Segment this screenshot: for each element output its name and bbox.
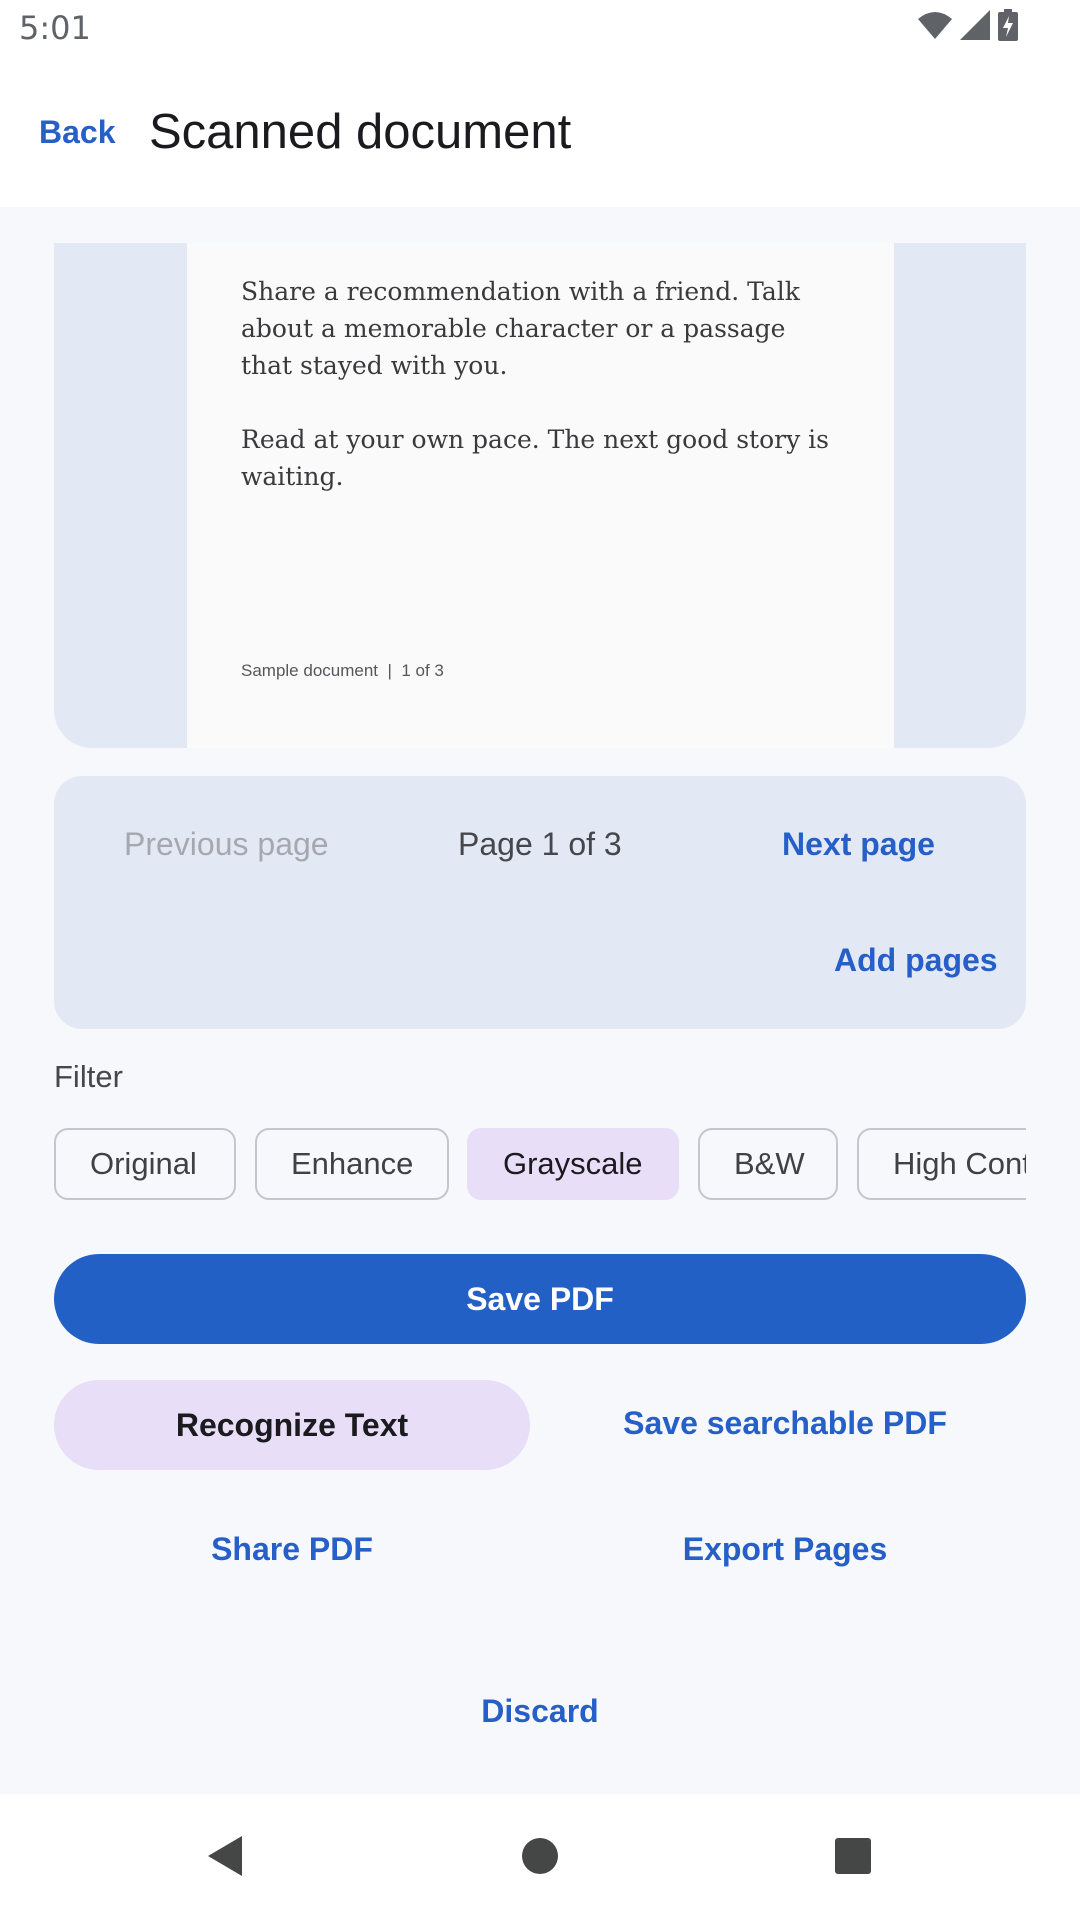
document-page: Share a recommendation with a friend. Ta…: [187, 243, 894, 748]
page-title: Scanned document: [149, 105, 572, 159]
document-preview: Share a recommendation with a friend. Ta…: [54, 243, 1026, 748]
document-footer: Sample document | 1 of 3: [241, 661, 444, 680]
filter-chip-enhance[interactable]: Enhance: [255, 1128, 449, 1200]
previous-page-button[interactable]: Previous page: [124, 826, 329, 863]
discard-button[interactable]: Discard: [390, 1693, 690, 1730]
battery-charging-icon: [998, 8, 1018, 46]
recognize-text-button[interactable]: Recognize Text: [54, 1380, 530, 1470]
next-page-button[interactable]: Next page: [782, 826, 935, 863]
status-time: 5:01: [19, 9, 91, 47]
filter-chip-bw[interactable]: B&W: [698, 1128, 838, 1200]
add-pages-button[interactable]: Add pages: [834, 942, 998, 979]
status-bar: 5:01: [0, 0, 1080, 54]
recents-square-icon[interactable]: [823, 1826, 883, 1886]
pager-card: Previous page Page 1 of 3 Next page Add …: [54, 776, 1026, 1029]
document-text: Share a recommendation with a friend. Ta…: [241, 273, 841, 532]
signal-icon: [960, 9, 990, 45]
save-pdf-button[interactable]: Save PDF: [54, 1254, 1026, 1344]
save-searchable-pdf-button[interactable]: Save searchable PDF: [560, 1405, 1010, 1442]
home-circle-icon[interactable]: [510, 1826, 570, 1886]
wifi-icon: [918, 11, 952, 44]
back-button[interactable]: Back: [39, 114, 116, 151]
document-paragraph: Share a recommendation with a friend. Ta…: [241, 277, 800, 380]
export-pages-button[interactable]: Export Pages: [560, 1531, 1010, 1568]
filter-label: Filter: [54, 1059, 123, 1094]
filter-chip-original[interactable]: Original: [54, 1128, 236, 1200]
filter-chips: Original Enhance Grayscale B&W High Cont…: [54, 1128, 1026, 1200]
share-pdf-button[interactable]: Share PDF: [54, 1531, 530, 1568]
navigation-bar: [0, 1794, 1080, 1920]
back-triangle-icon[interactable]: [194, 1826, 254, 1886]
filter-chip-grayscale[interactable]: Grayscale: [467, 1128, 679, 1200]
document-paragraph: Read at your own pace. The next good sto…: [241, 425, 829, 491]
status-icons: [918, 8, 1018, 46]
filter-chip-high-contrast[interactable]: High Contrast: [857, 1128, 1026, 1200]
page-indicator: Page 1 of 3: [458, 826, 622, 862]
app-bar: Back Scanned document: [0, 54, 1080, 207]
